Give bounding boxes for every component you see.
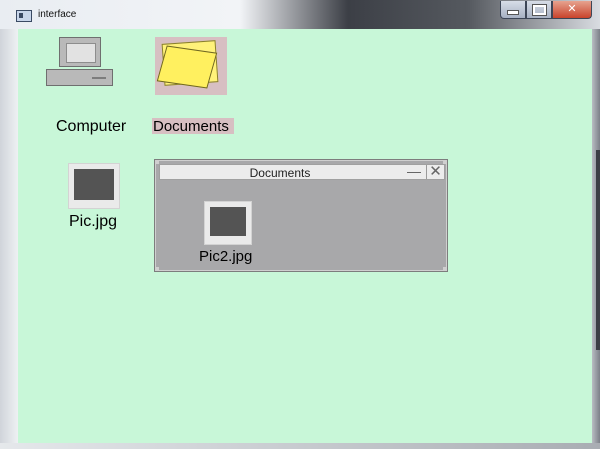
app-window: interface ✕ Computer Documents Pic.jpg D… xyxy=(0,0,600,449)
window-bottom-border xyxy=(0,443,600,449)
folder-front-shape xyxy=(156,45,218,89)
minimize-button[interactable] xyxy=(500,1,526,19)
documents-close-button[interactable]: ✕ xyxy=(426,164,444,179)
close-button[interactable]: ✕ xyxy=(552,1,592,19)
image-file-icon xyxy=(68,163,120,209)
case-shape xyxy=(46,69,113,86)
app-icon xyxy=(16,10,32,22)
window-left-border xyxy=(0,29,18,449)
minimize-icon xyxy=(507,10,519,15)
monitor-shape xyxy=(59,37,101,67)
documents-label: Documents xyxy=(153,118,229,135)
folder-icon xyxy=(155,37,227,95)
documents-minimize-button[interactable] xyxy=(404,165,424,179)
pic-label: Pic.jpg xyxy=(69,213,118,230)
computer-label: Computer xyxy=(56,118,127,135)
window-controls: ✕ xyxy=(500,1,592,20)
documents-window-titlebar[interactable]: Documents ✕ xyxy=(159,164,445,180)
image-file-icon xyxy=(204,201,252,245)
window-title: interface xyxy=(38,9,77,20)
documents-window[interactable]: Documents ✕ Pic2.jpg xyxy=(154,159,448,272)
close-icon: ✕ xyxy=(567,3,577,15)
window-corner xyxy=(155,267,159,271)
computer-icon xyxy=(46,37,118,89)
window-corner xyxy=(443,267,447,271)
maximize-icon xyxy=(531,4,547,16)
documents-window-title: Documents xyxy=(249,166,311,180)
window-edge-shadow xyxy=(596,150,600,350)
maximize-button[interactable] xyxy=(526,1,552,19)
window-titlebar[interactable]: interface ✕ xyxy=(0,0,600,29)
pic2-label: Pic2.jpg xyxy=(199,248,253,265)
